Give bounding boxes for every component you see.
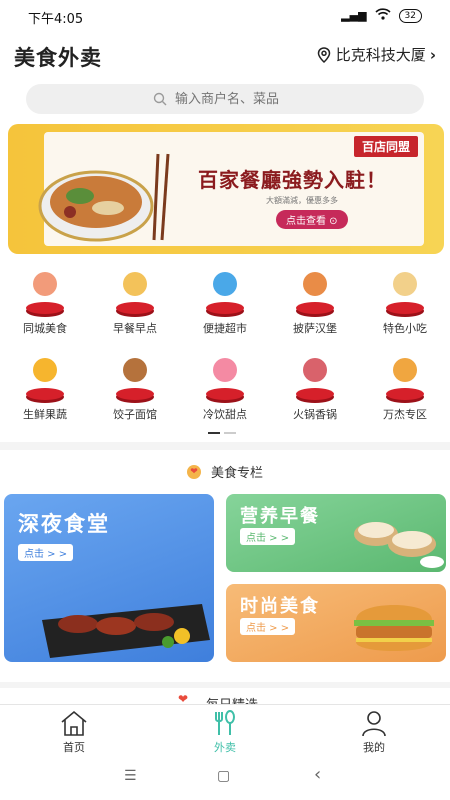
bottom-nav: 首页 外卖 我的 — [0, 704, 450, 757]
search-input[interactable] — [173, 90, 297, 108]
search-bar[interactable] — [26, 84, 424, 114]
search-icon — [153, 92, 167, 106]
breakfast-card[interactable]: 营养早餐 点击 > > — [226, 494, 446, 572]
skewer-icon — [290, 354, 340, 400]
sausage-grill-icon — [42, 604, 210, 658]
card-title: 营养早餐 — [240, 506, 320, 527]
home-square-icon[interactable]: ▢ — [217, 768, 230, 784]
cake-icon — [200, 268, 250, 314]
category-item[interactable]: 早餐早点 — [90, 268, 180, 336]
banner-view-button[interactable]: 点击查看 ⊙ — [276, 210, 348, 229]
card-click-button[interactable]: 点击 > > — [240, 528, 296, 545]
cold-drink-icon — [200, 354, 250, 400]
late-night-card[interactable]: 深夜食堂 点击 > > — [4, 494, 214, 662]
category-item[interactable]: 火锅香锅 — [270, 354, 360, 422]
canape-icon — [380, 354, 430, 400]
dim-sum-icon — [354, 522, 444, 568]
status-icons: ▂▄▆ 32 — [341, 8, 422, 23]
category-label: 特色小吃 — [383, 322, 427, 335]
nav-mine[interactable]: 我的 — [334, 709, 414, 755]
nav-home[interactable]: 首页 — [34, 709, 114, 755]
category-label: 火锅香锅 — [293, 408, 337, 421]
location-pin-icon — [317, 46, 331, 63]
category-grid: 同城美食 早餐早点 便捷超市 披萨汉堡 特色小吃生鲜果蔬 饺子面馆 冷饮甜点 火锅香锅 万杰专区 — [0, 258, 450, 442]
wifi-icon — [374, 8, 391, 23]
battery-icon: 32 — [398, 8, 422, 23]
category-label: 同城美食 — [23, 322, 67, 335]
location-selector[interactable]: 比克科技大厦 › — [316, 44, 436, 65]
dessert-cup-icon — [20, 268, 70, 314]
card-title: 时尚美食 — [240, 596, 320, 617]
fork-spoon-icon — [215, 710, 235, 735]
menu-icon[interactable]: ☰ — [124, 768, 137, 784]
trendy-food-card[interactable]: 时尚美食 点击 > > — [226, 584, 446, 662]
status-bar: 下午4:05 ▂▄▆ 32 — [0, 0, 450, 34]
banner-headline: 百家餐廳強勢入駐！ — [198, 168, 387, 192]
category-item[interactable]: 生鲜果蔬 — [0, 354, 90, 422]
category-label: 生鲜果蔬 — [23, 408, 67, 421]
card-title: 深夜食堂 — [18, 512, 110, 536]
category-item[interactable]: 饺子面馆 — [90, 354, 180, 422]
card-click-button[interactable]: 点击 > > — [240, 618, 296, 635]
chevron-right-icon: › — [429, 45, 436, 64]
noodle-cup-icon — [110, 354, 160, 400]
app-header: 美食外卖 比克科技大厦 › — [0, 34, 450, 78]
page-indicator — [208, 432, 236, 434]
category-item[interactable]: 特色小吃 — [360, 268, 450, 336]
burger-icon — [354, 605, 434, 651]
location-label: 比克科技大厦 — [335, 46, 426, 64]
back-icon[interactable]: ‹ — [314, 764, 321, 785]
category-label: 便捷超市 — [203, 322, 247, 335]
category-label: 冷饮甜点 — [203, 408, 247, 421]
user-icon — [362, 711, 386, 737]
banner-badge: 百店同盟 — [353, 136, 418, 157]
noodle-bowl-icon — [38, 153, 170, 242]
category-item[interactable]: 披萨汉堡 — [270, 268, 360, 336]
signal-icon: ▂▄▆ — [341, 9, 367, 22]
fries-icon — [20, 354, 70, 400]
page-title: 美食外卖 — [14, 46, 102, 70]
banner-subtitle: 大額滿減，優惠多多 — [266, 196, 338, 205]
category-label: 早餐早点 — [113, 322, 157, 335]
category-label: 饺子面馆 — [113, 408, 157, 421]
category-item[interactable]: 万杰专区 — [360, 354, 450, 422]
section-title: 美食专栏 — [210, 466, 263, 481]
heart-icon: ❤ — [186, 464, 201, 479]
takeout-box-icon — [380, 268, 430, 314]
promo-banner[interactable]: 百店同盟 百家餐廳強勢入駐！ 大額滿減，優惠多多 点击查看 ⊙ — [8, 124, 444, 254]
nav-label: 外卖 — [214, 741, 236, 754]
category-item[interactable]: 便捷超市 — [180, 268, 270, 336]
status-time: 下午4:05 — [28, 12, 84, 27]
card-click-button[interactable]: 点击 > > — [18, 544, 74, 561]
feature-section: ❤ 美食专栏 深夜食堂 点击 > > 营养早餐 点击 > > 时尚美食 点击 >… — [0, 450, 450, 682]
category-label: 披萨汉堡 — [293, 322, 337, 335]
nav-label: 我的 — [363, 741, 385, 754]
category-label: 万杰专区 — [383, 408, 427, 421]
category-item[interactable]: 冷饮甜点 — [180, 354, 270, 422]
nav-label: 首页 — [63, 741, 85, 754]
system-nav-bar: ☰ ▢ ‹ — [0, 756, 450, 800]
home-icon — [61, 710, 87, 736]
pizza-icon — [290, 268, 340, 314]
sandwich-icon — [110, 268, 160, 314]
nav-takeout[interactable]: 外卖 — [185, 709, 265, 755]
category-item[interactable]: 同城美食 — [0, 268, 90, 336]
